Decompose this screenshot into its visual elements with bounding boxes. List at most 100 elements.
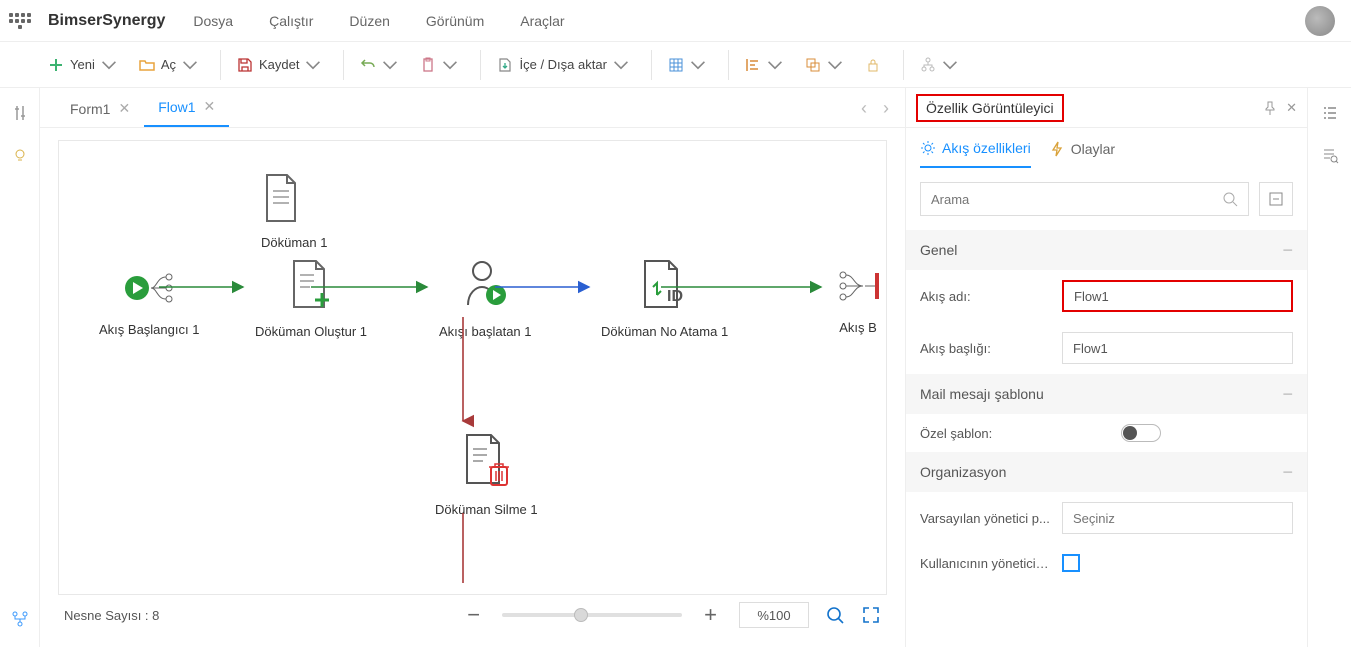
custom-template-label: Özel şablon: [920, 426, 1109, 441]
flow-title-label: Akış başlığı: [920, 341, 1050, 356]
grid-button[interactable] [662, 53, 712, 77]
menu-duzen[interactable]: Düzen [349, 13, 389, 29]
tab-next-icon[interactable]: › [883, 98, 889, 119]
section-mail[interactable]: Mail mesajı şablonu − [906, 374, 1307, 414]
section-general[interactable]: Genel − [906, 230, 1307, 270]
node-doc-delete[interactable]: Döküman Silme 1 [435, 431, 538, 517]
properties-search-row [906, 168, 1307, 230]
node-doc-assign-label: Döküman No Atama 1 [601, 324, 728, 339]
import-export-button[interactable]: İçe / Dışa aktar [491, 53, 634, 77]
flow-title-input[interactable] [1062, 332, 1293, 364]
clipboard-icon [420, 57, 436, 73]
app-name: BimserSynergy [48, 12, 165, 30]
node-doc-create-label: Döküman Oluştur 1 [255, 324, 367, 339]
chevron-down-icon [182, 57, 198, 73]
layers-button[interactable] [799, 53, 849, 77]
field-custom-template: Özel şablon: [906, 414, 1307, 452]
tab-prev-icon[interactable]: ‹ [861, 98, 867, 119]
arrow [495, 281, 597, 301]
toolbar: Yeni Aç Kaydet İçe / Dışa aktar [0, 42, 1351, 88]
plus-icon [48, 57, 64, 73]
field-default-manager: Varsayılan yönetici p... [906, 492, 1307, 544]
close-icon[interactable]: ✕ [118, 100, 130, 117]
collapse-all-button[interactable] [1259, 182, 1293, 216]
app-launcher-icon[interactable] [8, 13, 32, 29]
sitemap-button[interactable] [914, 53, 964, 77]
search-list-icon[interactable] [1321, 146, 1339, 164]
menu-araclar[interactable]: Araçlar [520, 13, 564, 29]
close-icon[interactable]: ✕ [204, 98, 216, 115]
tools-icon[interactable] [11, 104, 29, 122]
properties-panel: Özellik Görüntüleyici ✕ Akış özellikleri… [905, 88, 1307, 647]
properties-tabs: Akış özellikleri Olaylar [906, 128, 1307, 168]
close-icon[interactable]: ✕ [1286, 100, 1297, 116]
section-mail-label: Mail mesajı şablonu [920, 386, 1044, 402]
search-input[interactable] [931, 192, 1222, 207]
menu-calistir[interactable]: Çalıştır [269, 13, 313, 29]
tab-form1-label: Form1 [70, 101, 110, 117]
flow-name-input[interactable] [1062, 280, 1293, 312]
node-start[interactable]: Akış Başlangıcı 1 [99, 265, 199, 337]
section-general-label: Genel [920, 242, 957, 258]
arrow [457, 513, 477, 583]
align-left-button[interactable] [739, 53, 789, 77]
node-document[interactable] [259, 171, 303, 228]
chevron-down-icon [101, 57, 117, 73]
chevron-down-icon [690, 57, 706, 73]
undo-button[interactable] [354, 53, 404, 77]
chevron-down-icon [442, 57, 458, 73]
undo-icon [360, 57, 376, 73]
collapse-icon: − [1282, 240, 1293, 261]
tab-events[interactable]: Olaylar [1049, 140, 1115, 168]
doc1-label: Döküman 1 [261, 235, 327, 250]
collapse-icon: − [1282, 384, 1293, 405]
properties-title: Özellik Görüntüleyici [916, 94, 1064, 122]
node-start-label: Akış Başlangıcı 1 [99, 322, 199, 337]
menu-dosya[interactable]: Dosya [193, 13, 233, 29]
chevron-down-icon [382, 57, 398, 73]
tab-flow1[interactable]: Flow1 ✕ [144, 88, 229, 127]
avatar[interactable] [1305, 6, 1335, 36]
fullscreen-icon[interactable] [861, 605, 881, 625]
tabs-nav: ‹ › [861, 98, 905, 127]
save-button[interactable]: Kaydet [231, 53, 327, 77]
pin-icon[interactable] [1262, 100, 1278, 116]
custom-template-toggle[interactable] [1121, 424, 1161, 442]
field-user-manager: Kullanıcının yöneticis... [906, 544, 1307, 582]
tab-properties[interactable]: Akış özellikleri [920, 140, 1031, 168]
properties-search[interactable] [920, 182, 1249, 216]
clipboard-button[interactable] [414, 53, 464, 77]
zoom-out-button[interactable]: − [461, 602, 486, 628]
align-icon [745, 57, 761, 73]
zoom-slider[interactable] [502, 605, 682, 625]
layers-icon [805, 57, 821, 73]
menu-gorunum[interactable]: Görünüm [426, 13, 484, 29]
tab-events-label: Olaylar [1071, 141, 1115, 157]
import-export-label: İçe / Dışa aktar [519, 57, 606, 72]
import-export-icon [497, 57, 513, 73]
canvas[interactable]: Döküman 1 Akış Başlangıcı 1 Döküman Oluş… [58, 140, 887, 595]
topbar: BimserSynergy Dosya Çalıştır Düzen Görün… [0, 0, 1351, 42]
open-button[interactable]: Aç [133, 53, 204, 77]
arrow [159, 281, 251, 301]
user-manager-checkbox[interactable] [1062, 554, 1080, 572]
node-end[interactable]: Akış B [833, 263, 883, 335]
arrow [311, 281, 435, 301]
section-org[interactable]: Organizasyon − [906, 452, 1307, 492]
new-button[interactable]: Yeni [42, 53, 123, 77]
tab-form1[interactable]: Form1 ✕ [56, 90, 144, 127]
bulb-icon[interactable] [11, 146, 29, 164]
end-icon [833, 263, 883, 309]
grid-icon [668, 57, 684, 73]
save-icon [237, 57, 253, 73]
lock-button[interactable] [859, 53, 887, 77]
document-tabs: Form1 ✕ Flow1 ✕ ‹ › [40, 88, 905, 128]
zoom-in-button[interactable]: + [698, 602, 723, 628]
doc-delete-icon [459, 431, 513, 491]
list-icon[interactable] [1321, 104, 1339, 122]
node-initiator-label: Akışı başlatan 1 [439, 324, 532, 339]
zoom-fit-icon[interactable] [825, 605, 845, 625]
body: Form1 ✕ Flow1 ✕ ‹ › Döküman 1 [0, 88, 1351, 647]
default-manager-input[interactable] [1062, 502, 1293, 534]
flow-tree-icon[interactable] [10, 609, 30, 629]
